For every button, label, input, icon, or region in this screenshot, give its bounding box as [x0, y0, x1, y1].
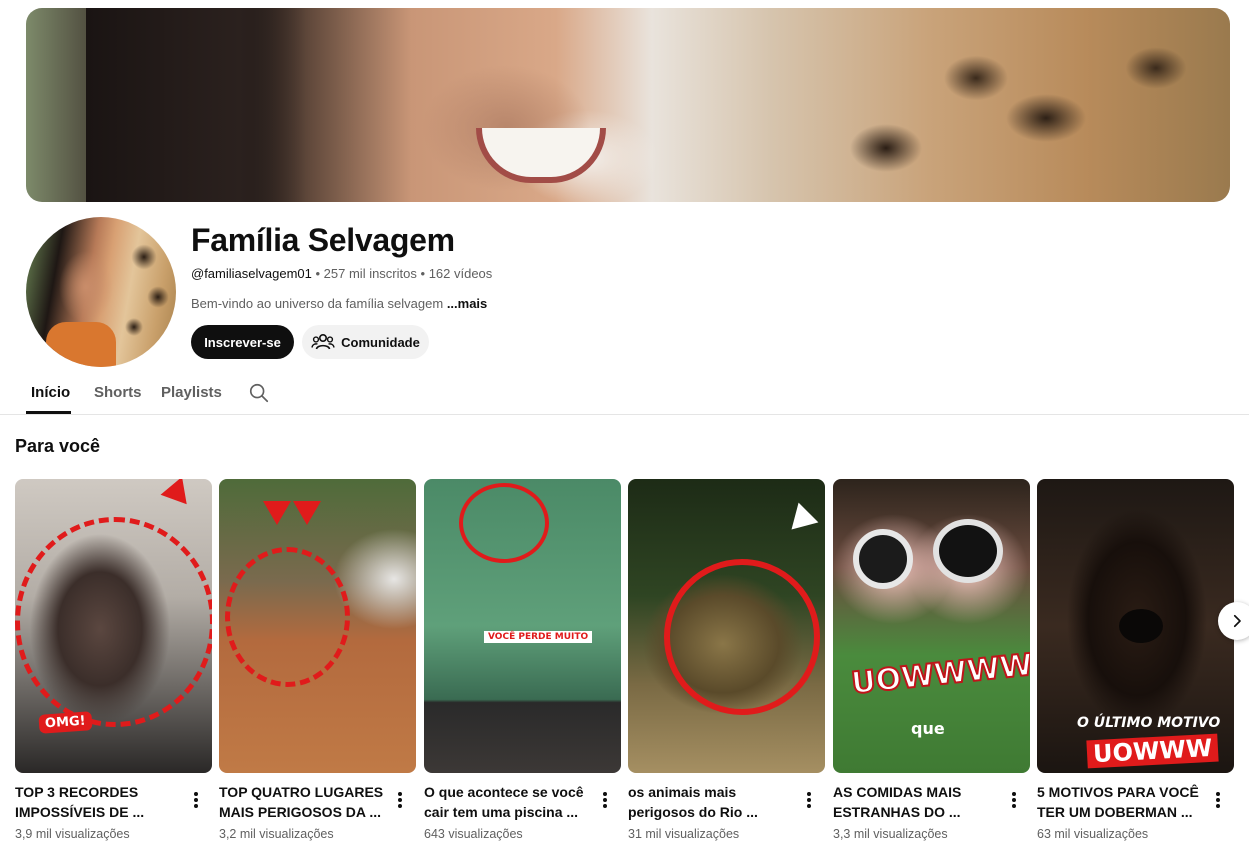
video-card[interactable]: VOCÊ PERDE MUITO O que acontece se você …	[424, 479, 621, 841]
subscribe-button[interactable]: Inscrever-se	[191, 325, 294, 359]
meta-separator: •	[315, 266, 321, 281]
channel-meta: @familiaselvagem01 • 257 mil inscritos •…	[191, 266, 492, 281]
channel-tabs: Início Shorts Playlists	[0, 370, 1249, 415]
active-tab-indicator	[26, 411, 71, 414]
video-thumbnail[interactable]: OMG!	[15, 479, 212, 773]
thumbnail-caption: UOWWWW	[849, 647, 1030, 703]
channel-name: Família Selvagem	[191, 222, 455, 258]
thumbnail-highlight-circle	[459, 483, 549, 563]
thumbnail-dog-nose-shape	[1119, 609, 1163, 643]
more-vert-icon[interactable]	[395, 790, 405, 810]
video-thumbnail[interactable]: O ÚLTIMO MOTIVO UOWWW	[1037, 479, 1234, 773]
more-vert-icon[interactable]	[804, 790, 814, 810]
thumbnail-caption: OMG!	[38, 711, 93, 734]
video-card[interactable]: OMG! TOP 3 RECORDES IMPOSSÍVEIS DE ... 3…	[15, 479, 212, 841]
thumbnail-highlight-circle	[15, 517, 212, 727]
thumbnail-highlight-circle	[225, 547, 350, 687]
thumbnail-eye-shape	[853, 529, 913, 589]
banner-hair-shape	[86, 8, 306, 202]
thumbnail-caption-secondary: UOWWW	[1086, 733, 1219, 769]
thumbnail-arrow	[160, 479, 198, 514]
thumbnail-caption: O ÚLTIMO MOTIVO	[1077, 715, 1221, 731]
video-card[interactable]: UOWWWW que AS COMIDAS MAIS ESTRANHAS DO …	[833, 479, 1030, 841]
video-thumbnail[interactable]	[628, 479, 825, 773]
thumbnail-arrow	[263, 501, 291, 525]
description-text: Bem-vindo ao universo da família selvage…	[191, 296, 444, 311]
search-icon[interactable]	[248, 382, 270, 404]
video-card[interactable]: O ÚLTIMO MOTIVO UOWWW 5 MOTIVOS PARA VOC…	[1037, 479, 1234, 841]
video-title[interactable]: 5 MOTIVOS PARA VOCÊ TER UM DOBERMAN ...	[1037, 782, 1205, 822]
thumbnail-arrow	[293, 501, 321, 525]
thumbnail-caption: VOCÊ PERDE MUITO	[484, 631, 593, 643]
thumbnail-highlight-circle	[664, 559, 820, 715]
channel-handle: @familiaselvagem01	[191, 266, 312, 281]
more-vert-icon[interactable]	[1213, 790, 1223, 810]
description-more-link[interactable]: ...mais	[447, 296, 487, 311]
subscriber-count: 257 mil inscritos	[323, 266, 417, 281]
tab-playlists[interactable]: Playlists	[161, 384, 222, 401]
meta-separator: •	[420, 266, 426, 281]
avatar-clothing-shape	[46, 322, 116, 367]
video-thumbnail[interactable]: UOWWWW que	[833, 479, 1030, 773]
video-title[interactable]: AS COMIDAS MAIS ESTRANHAS DO ...	[833, 782, 1001, 822]
video-views: 31 mil visualizações	[628, 827, 740, 841]
more-vert-icon[interactable]	[1009, 790, 1019, 810]
channel-avatar[interactable]	[26, 217, 176, 367]
video-views: 63 mil visualizações	[1037, 827, 1149, 841]
tab-inicio[interactable]: Início	[31, 384, 70, 401]
more-vert-icon[interactable]	[600, 790, 610, 810]
video-views: 3,9 mil visualizações	[15, 827, 130, 841]
tab-shorts[interactable]: Shorts	[94, 384, 142, 401]
community-button[interactable]: Comunidade	[302, 325, 429, 359]
video-card[interactable]: os animais mais perigosos do Rio ... 31 …	[628, 479, 825, 841]
video-title[interactable]: TOP QUATRO LUGARES MAIS PERIGOSOS DA ...	[219, 782, 387, 822]
video-views: 3,3 mil visualizações	[833, 827, 948, 841]
more-vert-icon[interactable]	[191, 790, 201, 810]
video-title[interactable]: os animais mais perigosos do Rio ...	[628, 782, 796, 822]
video-views: 643 visualizações	[424, 827, 523, 841]
video-card[interactable]: TOP QUATRO LUGARES MAIS PERIGOSOS DA ...…	[219, 479, 416, 841]
video-count: 162 vídeos	[428, 266, 493, 281]
section-title: Para você	[15, 436, 101, 456]
video-thumbnail[interactable]	[219, 479, 416, 773]
community-button-label: Comunidade	[341, 334, 420, 350]
channel-banner	[26, 8, 1230, 202]
thumbnail-eye-shape	[933, 519, 1003, 583]
video-views: 3,2 mil visualizações	[219, 827, 334, 841]
video-title[interactable]: TOP 3 RECORDES IMPOSSÍVEIS DE ...	[15, 782, 183, 822]
thumbnail-caption-secondary: que	[911, 719, 945, 738]
next-button[interactable]	[1218, 602, 1249, 640]
channel-description[interactable]: Bem-vindo ao universo da família selvage…	[191, 296, 487, 311]
video-title[interactable]: O que acontece se você cair tem uma pisc…	[424, 782, 592, 822]
thumbnail-arrow	[781, 502, 819, 540]
video-thumbnail[interactable]: VOCÊ PERDE MUITO	[424, 479, 621, 773]
people-icon	[311, 333, 335, 350]
chevron-right-icon	[1233, 614, 1241, 628]
banner-smile-shape	[476, 128, 606, 183]
